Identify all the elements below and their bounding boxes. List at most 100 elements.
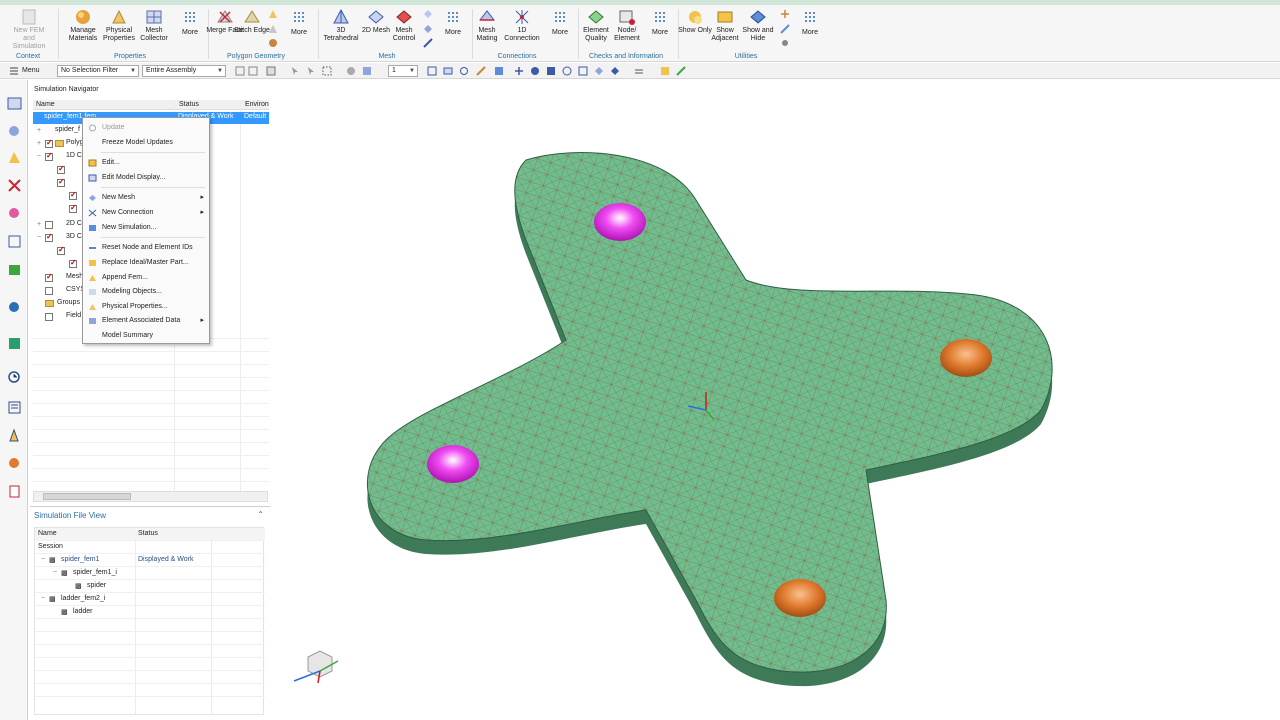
mesh-collector-button[interactable]: Mesh Collector <box>135 8 173 54</box>
clip-icon[interactable] <box>676 66 686 76</box>
menu-item-model-summary[interactable]: Model Summary <box>83 329 209 343</box>
chevron-up-icon[interactable]: ⌃ <box>257 510 264 519</box>
history-icon[interactable] <box>7 300 22 315</box>
menu-item-new-connection[interactable]: New Connection ▸ <box>83 206 209 220</box>
fit-view-icon[interactable] <box>427 66 437 76</box>
mesh-control-button[interactable]: Mesh Control <box>385 8 423 54</box>
zoom-icon[interactable] <box>443 66 453 76</box>
polygon-more-button[interactable]: More <box>280 8 318 54</box>
file-row[interactable]: − ▩ ladder_fem2_i <box>35 593 265 606</box>
connections-more-button[interactable]: More <box>541 8 579 54</box>
file-row[interactable]: Session <box>35 541 265 554</box>
cursor-tool-icon[interactable] <box>306 66 316 76</box>
view-tool-icon[interactable] <box>346 66 356 76</box>
box-select-icon[interactable] <box>322 66 332 76</box>
menu-item-physical-properties[interactable]: Physical Properties... <box>83 300 209 314</box>
file-row[interactable]: ▩ ladder <box>35 606 265 619</box>
constraint-navigator-icon[interactable] <box>7 150 22 165</box>
visibility-checkbox[interactable] <box>57 177 65 187</box>
column-header-status[interactable]: Status <box>138 530 158 537</box>
assembly-scope-dropdown[interactable]: Entire Assembly ▼ <box>142 65 226 77</box>
polygon-tool-icon[interactable] <box>268 24 278 34</box>
new-fem-and-simulation-button[interactable]: New FEM and Simulation <box>10 8 48 54</box>
graphics-window[interactable] <box>276 80 1280 720</box>
simulation-navigator-icon[interactable] <box>7 178 22 193</box>
reuse-library-icon[interactable] <box>7 206 22 221</box>
show-and-hide-button[interactable]: Show and Hide <box>739 8 777 54</box>
file-row[interactable]: − ▩ spider_fem1 Displayed & Work <box>35 554 265 567</box>
visibility-checkbox[interactable] <box>45 272 53 282</box>
column-header-name[interactable]: Name <box>38 530 57 537</box>
stitch-edge-button[interactable]: Stitch Edge <box>233 8 271 54</box>
display-mode-icon[interactable] <box>610 66 620 76</box>
file-view-title[interactable]: Simulation File View <box>34 511 106 520</box>
menu-item-append-fem[interactable]: Append Fem... <box>83 271 209 285</box>
select-tool-icon[interactable] <box>235 66 245 76</box>
display-mode-icon[interactable] <box>562 66 572 76</box>
mesh-tool-icon[interactable] <box>423 38 433 48</box>
mesh-more-button[interactable]: More <box>434 8 472 54</box>
polygon-tool-icon[interactable] <box>268 9 278 19</box>
visibility-checkbox[interactable] <box>45 232 53 242</box>
cursor-tool-icon[interactable] <box>290 66 300 76</box>
hd3d-tools-icon[interactable] <box>7 234 22 249</box>
pan-icon[interactable] <box>476 66 486 76</box>
mesh-tool-icon[interactable] <box>423 9 433 19</box>
visibility-checkbox[interactable] <box>57 164 65 174</box>
menu-button[interactable]: Menu <box>22 65 40 77</box>
render-style-icon[interactable] <box>494 66 504 76</box>
scrollbar-thumb[interactable] <box>43 493 131 500</box>
visibility-checkbox[interactable] <box>45 221 53 229</box>
checks-more-button[interactable]: More <box>641 8 679 54</box>
select-tool-icon[interactable] <box>248 66 258 76</box>
list-icon[interactable] <box>7 400 22 415</box>
assembly-navigator-icon[interactable] <box>7 124 22 139</box>
1d-connection-button[interactable]: 1D Connection <box>503 8 541 54</box>
polygon-tool-icon[interactable] <box>268 38 278 48</box>
display-mode-icon[interactable] <box>530 66 540 76</box>
visibility-checkbox[interactable] <box>45 151 53 161</box>
view-tool-icon[interactable] <box>362 66 372 76</box>
menu-item-reset-node-and-element-ids[interactable]: Reset Node and Element IDs <box>83 241 209 255</box>
part-navigator-icon[interactable] <box>7 96 22 111</box>
visibility-checkbox[interactable] <box>69 190 77 200</box>
manage-materials-button[interactable]: Manage Materials <box>64 8 102 54</box>
file-row[interactable]: ▩ spider <box>35 580 265 593</box>
visibility-checkbox[interactable] <box>45 287 53 295</box>
rotate-icon[interactable] <box>459 66 469 76</box>
file-row[interactable]: − ▩ spider_fem1_i <box>35 567 265 580</box>
snap-tool-icon[interactable] <box>266 66 276 76</box>
display-mode-icon[interactable] <box>594 66 604 76</box>
menu-item-new-mesh[interactable]: New Mesh ▸ <box>83 191 209 205</box>
menu-item-replace-ideal-master-part[interactable]: Replace Ideal/Master Part... <box>83 256 209 270</box>
fem-mesh-model[interactable] <box>276 80 1280 720</box>
navigator-horizontal-scrollbar[interactable] <box>33 491 268 502</box>
menu-item-edit-model-display[interactable]: Edit Model Display... <box>83 171 209 185</box>
web-browser-icon[interactable] <box>7 262 22 277</box>
palette-icon[interactable] <box>7 456 22 471</box>
utility-tool-icon[interactable] <box>780 38 790 48</box>
clock-icon[interactable] <box>7 370 22 385</box>
roles-icon[interactable] <box>7 428 22 443</box>
menu-item-update[interactable]: Update <box>83 121 209 135</box>
3d-tetrahedral-button[interactable]: 3D Tetrahedral <box>322 8 360 54</box>
visibility-checkbox[interactable] <box>69 258 77 268</box>
menu-item-freeze-model-updates[interactable]: Freeze Model Updates <box>83 136 209 150</box>
document-icon[interactable] <box>7 484 22 499</box>
properties-more-button[interactable]: More <box>171 8 209 54</box>
visibility-checkbox[interactable] <box>45 138 53 148</box>
column-header-name[interactable]: Name <box>36 101 55 108</box>
display-mode-icon[interactable] <box>546 66 556 76</box>
visibility-checkbox[interactable] <box>45 313 53 321</box>
utility-tool-icon[interactable] <box>780 24 790 34</box>
menu-item-edit[interactable]: Edit... <box>83 156 209 170</box>
physical-properties-button[interactable]: Physical Properties <box>100 8 138 54</box>
menu-item-new-simulation[interactable]: New Simulation... <box>83 221 209 235</box>
selection-filter-dropdown[interactable]: No Selection Filter ▼ <box>57 65 139 77</box>
utilities-more-button[interactable]: More <box>791 8 829 54</box>
layer-icon[interactable] <box>634 66 644 76</box>
orient-view-icon[interactable] <box>514 66 524 76</box>
display-mode-icon[interactable] <box>578 66 588 76</box>
menu-item-element-associated-data[interactable]: Element Associated Data ▸ <box>83 314 209 328</box>
mesh-tool-icon[interactable] <box>423 24 433 34</box>
